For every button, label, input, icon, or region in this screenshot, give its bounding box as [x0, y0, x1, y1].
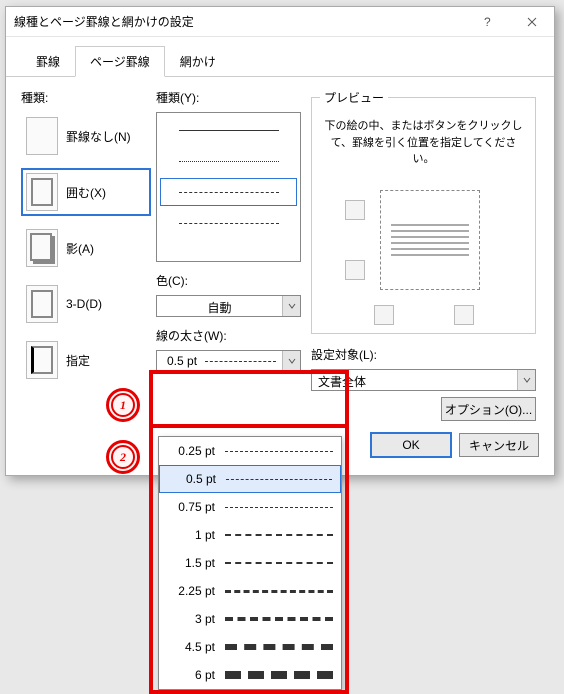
help-button[interactable]: ? — [464, 7, 509, 37]
chevron-down-icon — [282, 296, 300, 316]
apply-to-combo[interactable]: 文書全体 — [311, 369, 536, 391]
width-dropdown[interactable]: 0.25 pt 0.5 pt 0.75 pt 1 pt 1.5 pt 2.25 … — [158, 436, 342, 690]
width-option-15[interactable]: 1.5 pt — [159, 549, 341, 577]
width-option-075[interactable]: 0.75 pt — [159, 493, 341, 521]
preview-hint: 下の絵の中、またはボタンをクリックして、罫線を引く位置を指定してください。 — [320, 118, 527, 168]
style-label: 種類(Y): — [156, 89, 301, 106]
width-label: 線の太さ(W): — [156, 327, 301, 344]
setting-custom[interactable]: 指定 — [21, 336, 151, 384]
setting-shadow-label: 影(A) — [66, 240, 94, 257]
color-value: 自動 — [157, 296, 282, 316]
borders-shading-dialog: 線種とページ罫線と網かけの設定 ? 罫線 ページ罫線 網かけ 種類: 罫線なし(… — [5, 6, 555, 476]
custom-icon — [26, 341, 58, 379]
width-combo[interactable]: 0.5 pt — [156, 350, 301, 372]
close-button[interactable] — [509, 7, 554, 37]
dialog-buttons: OK キャンセル — [371, 433, 539, 457]
setting-box[interactable]: 囲む(X) — [21, 168, 151, 216]
style-dotted[interactable] — [160, 147, 297, 175]
setting-label: 種類: — [21, 89, 151, 106]
annotation-marker-1: 1 — [106, 388, 140, 422]
border-right-button[interactable] — [454, 305, 474, 325]
tab-page-border[interactable]: ページ罫線 — [75, 46, 165, 77]
titlebar: 線種とページ罫線と網かけの設定 ? — [6, 7, 554, 37]
border-top-button[interactable] — [345, 200, 365, 220]
setting-shadow[interactable]: 影(A) — [21, 224, 151, 272]
none-icon — [26, 117, 58, 155]
preview-page-icon[interactable] — [380, 190, 480, 290]
style-dashed2[interactable] — [160, 209, 297, 237]
dialog-title: 線種とページ罫線と網かけの設定 — [14, 13, 464, 30]
box-icon — [26, 173, 58, 211]
ok-button[interactable]: OK — [371, 433, 451, 457]
dialog-body: 種類: 罫線なし(N) 囲む(X) 影(A) 3-D(D) 指定 — [6, 77, 554, 472]
tab-shading[interactable]: 網かけ — [165, 46, 231, 77]
annotation-marker-2: 2 — [106, 440, 140, 474]
width-preview-line — [205, 361, 276, 362]
preview-diagram — [330, 180, 517, 300]
apply-to-label: 設定対象(L): — [311, 346, 536, 363]
width-option-025[interactable]: 0.25 pt — [159, 437, 341, 465]
preview-legend: プレビュー — [320, 89, 388, 106]
setting-custom-label: 指定 — [66, 352, 90, 369]
width-option-3[interactable]: 3 pt — [159, 605, 341, 633]
cancel-button[interactable]: キャンセル — [459, 433, 539, 457]
threed-icon — [26, 285, 58, 323]
preview-group: プレビュー 下の絵の中、またはボタンをクリックして、罫線を引く位置を指定してくだ… — [311, 89, 536, 334]
style-listbox[interactable] — [156, 112, 301, 262]
apply-to-value: 文書全体 — [312, 370, 517, 390]
color-label: 色(C): — [156, 272, 301, 289]
style-column: 種類(Y): 色(C): 自動 線の太さ(W): 0.5 pt — [156, 89, 301, 372]
width-option-45[interactable]: 4.5 pt — [159, 633, 341, 661]
setting-column: 種類: 罫線なし(N) 囲む(X) 影(A) 3-D(D) 指定 — [21, 89, 151, 392]
style-dashed[interactable] — [160, 178, 297, 206]
style-solid[interactable] — [160, 116, 297, 144]
setting-none[interactable]: 罫線なし(N) — [21, 112, 151, 160]
svg-text:?: ? — [484, 17, 491, 27]
width-option-05[interactable]: 0.5 pt — [159, 465, 341, 493]
width-option-1[interactable]: 1 pt — [159, 521, 341, 549]
border-bottom-button[interactable] — [345, 260, 365, 280]
color-combo[interactable]: 自動 — [156, 295, 301, 317]
setting-3d[interactable]: 3-D(D) — [21, 280, 151, 328]
setting-box-label: 囲む(X) — [66, 184, 106, 201]
setting-none-label: 罫線なし(N) — [66, 128, 131, 145]
shadow-icon — [26, 229, 58, 267]
border-left-button[interactable] — [374, 305, 394, 325]
chevron-down-icon — [517, 370, 535, 390]
chevron-down-icon — [282, 351, 300, 371]
width-option-6[interactable]: 6 pt — [159, 661, 341, 689]
preview-column: プレビュー 下の絵の中、またはボタンをクリックして、罫線を引く位置を指定してくだ… — [311, 89, 536, 391]
tab-borders[interactable]: 罫線 — [21, 46, 75, 77]
width-value: 0.5 pt — [167, 354, 197, 368]
tab-bar: 罫線 ページ罫線 網かけ — [6, 37, 554, 77]
preview-bottom-buttons — [320, 305, 527, 325]
options-button[interactable]: オプション(O)... — [441, 397, 536, 421]
width-option-225[interactable]: 2.25 pt — [159, 577, 341, 605]
setting-3d-label: 3-D(D) — [66, 297, 102, 311]
